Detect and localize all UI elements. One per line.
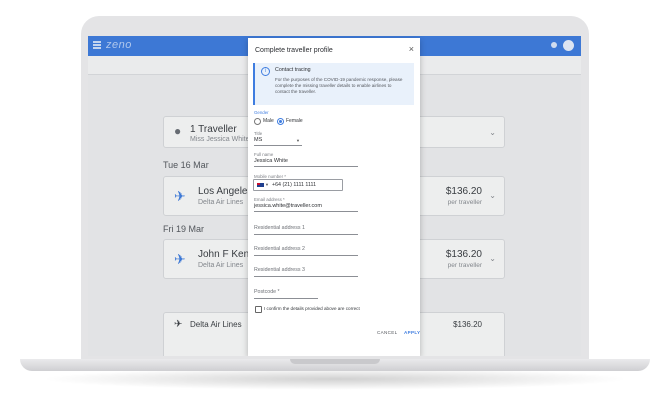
- laptop-screen: zeno ● 1 Traveller Miss Jessica White ⌄ …: [88, 36, 581, 356]
- email-underline: [254, 211, 358, 212]
- full-name-underline: [254, 166, 358, 167]
- postcode-underline: [254, 298, 318, 299]
- gender-female-label: Female: [286, 118, 303, 124]
- address3-underline: [254, 276, 358, 277]
- mobile-input[interactable]: ▼ +64 (21) 1111 1111: [253, 179, 343, 191]
- email-label: Email address *: [254, 197, 285, 202]
- chevron-down-icon[interactable]: ▼: [265, 182, 269, 187]
- address1-input[interactable]: Residential address 1: [254, 225, 305, 231]
- close-icon[interactable]: ×: [409, 45, 414, 54]
- laptop-notch: [290, 359, 380, 364]
- confirm-checkbox[interactable]: [255, 306, 262, 313]
- laptop-shadow: [40, 368, 630, 390]
- postcode-input[interactable]: Postcode *: [254, 289, 280, 295]
- title-label: Title: [254, 131, 263, 136]
- traveller-profile-dialog: Complete traveller profile × i Contact t…: [248, 38, 420, 356]
- title-select[interactable]: MS: [254, 137, 262, 143]
- gender-label: Gender: [254, 110, 269, 115]
- address2-input[interactable]: Residential address 2: [254, 246, 305, 252]
- gender-female-radio[interactable]: [277, 118, 284, 125]
- banner-body: For the purposes of the COVID-19 pandemi…: [275, 77, 403, 94]
- address1-underline: [254, 234, 358, 235]
- contact-tracing-banner: i Contact tracing For the purposes of th…: [253, 63, 414, 105]
- chevron-down-icon[interactable]: ▼: [296, 138, 300, 143]
- confirm-label: I confirm the details provided above are…: [264, 306, 360, 311]
- full-name-input[interactable]: Jessica White: [254, 158, 288, 164]
- apply-button[interactable]: APPLY: [404, 330, 420, 335]
- banner-title: Contact tracing: [275, 67, 311, 73]
- address3-input[interactable]: Residential address 3: [254, 267, 305, 273]
- info-icon: i: [261, 67, 270, 76]
- title-underline: [254, 145, 302, 146]
- nz-flag-icon[interactable]: [257, 183, 264, 187]
- full-name-label: Full name: [254, 152, 274, 157]
- email-input[interactable]: jessica.white@traveller.com: [254, 203, 322, 209]
- gender-male-label: Male: [263, 118, 274, 124]
- mobile-value: +64 (21) 1111 1111: [272, 182, 317, 188]
- gender-male-radio[interactable]: [254, 118, 261, 125]
- dialog-title: Complete traveller profile: [255, 47, 333, 54]
- address2-underline: [254, 255, 358, 256]
- cancel-button[interactable]: CANCEL: [377, 330, 397, 335]
